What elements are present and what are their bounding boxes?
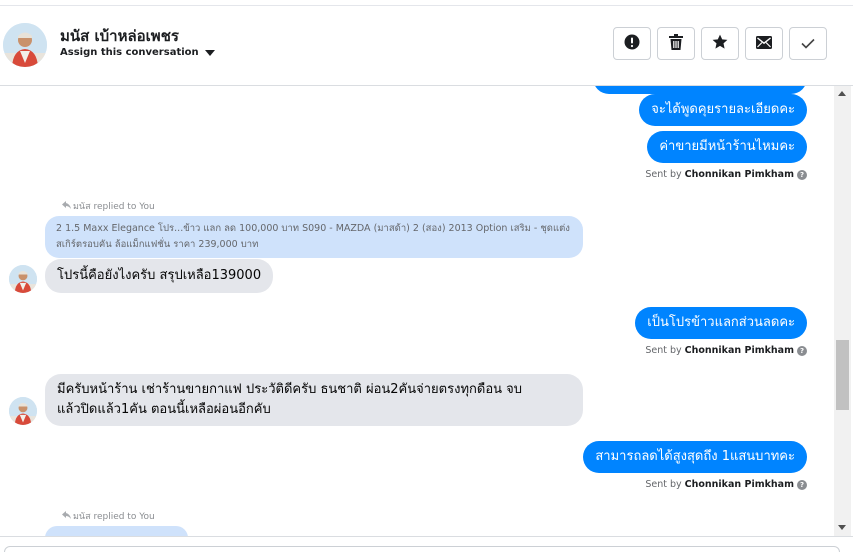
replied-to-label: มนัส replied to You	[62, 199, 155, 213]
outgoing-message: ค่าขายมีหน้าร้านไหมคะ	[647, 131, 807, 163]
assign-conversation-dropdown[interactable]: Assign this conversation	[60, 47, 215, 58]
checkmark-icon	[801, 34, 815, 53]
outgoing-message: สามารถลดได้สูงสุดถึง 1แสนบาทคะ	[583, 441, 807, 473]
contact-avatar-small[interactable]	[9, 397, 37, 425]
outgoing-message-cutoff	[593, 86, 807, 94]
contact-avatar-small[interactable]	[9, 265, 37, 293]
incoming-message-multiline: มีครับหน้าร้าน เช่าร้านขายกาแฟ ประวัติดี…	[45, 374, 583, 426]
composer-area	[0, 536, 853, 552]
outgoing-message: จะได้พูดคุยรายละเอียดคะ	[639, 94, 807, 126]
scroll-up-arrow-icon[interactable]	[838, 91, 846, 96]
sent-by-prefix: Sent by	[645, 479, 682, 490]
sent-by-agent: Chonnikan Pimkham	[684, 169, 794, 180]
star-icon	[712, 34, 728, 54]
replied-to-text: มนัส replied to You	[73, 512, 155, 522]
message-composer-input[interactable]	[4, 546, 840, 552]
sent-by-prefix: Sent by	[645, 345, 682, 356]
conversation-header: มนัส เบ้าหล่อเพชร Assign this conversati…	[0, 6, 853, 86]
quoted-message-cutoff[interactable]	[45, 526, 188, 536]
replied-to-text: มนัส replied to You	[73, 202, 155, 212]
incoming-message: โปรนี้คือยังไงครับ สรุปเหลือ139000	[45, 259, 274, 293]
scroll-thumb[interactable]	[836, 340, 849, 410]
mark-done-button[interactable]	[789, 27, 827, 60]
question-icon[interactable]: ?	[797, 479, 807, 490]
outgoing-message: เป็นโปรข้าวแลกส่วนลดคะ	[635, 307, 807, 339]
exclamation-icon	[624, 34, 640, 54]
report-spam-button[interactable]	[613, 27, 651, 60]
conversation-actions	[613, 27, 827, 60]
sent-by-prefix: Sent by	[645, 169, 682, 180]
trash-icon	[669, 33, 683, 54]
reply-arrow-icon	[62, 510, 71, 522]
thread-scrollbar[interactable]	[834, 86, 851, 536]
mark-unread-button[interactable]	[745, 27, 783, 60]
contact-name: มนัส เบ้าหล่อเพชร	[60, 27, 179, 45]
sent-by-agent: Chonnikan Pimkham	[684, 479, 794, 490]
question-icon[interactable]: ?	[797, 169, 807, 180]
star-button[interactable]	[701, 27, 739, 60]
question-icon[interactable]: ?	[797, 345, 807, 356]
envelope-icon	[756, 34, 772, 53]
incoming-message-line: แล้วปิดแล้ว1คัน ตอนนี้เหลือผ่อนอีกคับ	[57, 402, 271, 417]
caret-down-icon	[204, 49, 215, 56]
incoming-message-line: มีครับหน้าร้าน เช่าร้านขายกาแฟ ประวัติดี…	[57, 382, 523, 397]
delete-button[interactable]	[657, 27, 695, 60]
sent-by-label: Sent by Chonnikan Pimkham ?	[645, 479, 807, 490]
assign-label: Assign this conversation	[60, 47, 199, 58]
replied-to-label: มนัส replied to You	[62, 509, 155, 523]
sent-by-label: Sent by Chonnikan Pimkham ?	[645, 345, 807, 356]
message-thread: จะได้พูดคุยรายละเอียดคะ ค่าขายมีหน้าร้าน…	[0, 86, 834, 536]
sent-by-agent: Chonnikan Pimkham	[684, 345, 794, 356]
contact-avatar[interactable]	[3, 23, 47, 67]
reply-arrow-icon	[62, 200, 71, 212]
quoted-message[interactable]: 2 1.5 Maxx Elegance โปร...ข้าว แลก ลด 10…	[45, 216, 583, 258]
sent-by-label: Sent by Chonnikan Pimkham ?	[645, 169, 807, 180]
scroll-down-arrow-icon[interactable]	[838, 525, 846, 530]
